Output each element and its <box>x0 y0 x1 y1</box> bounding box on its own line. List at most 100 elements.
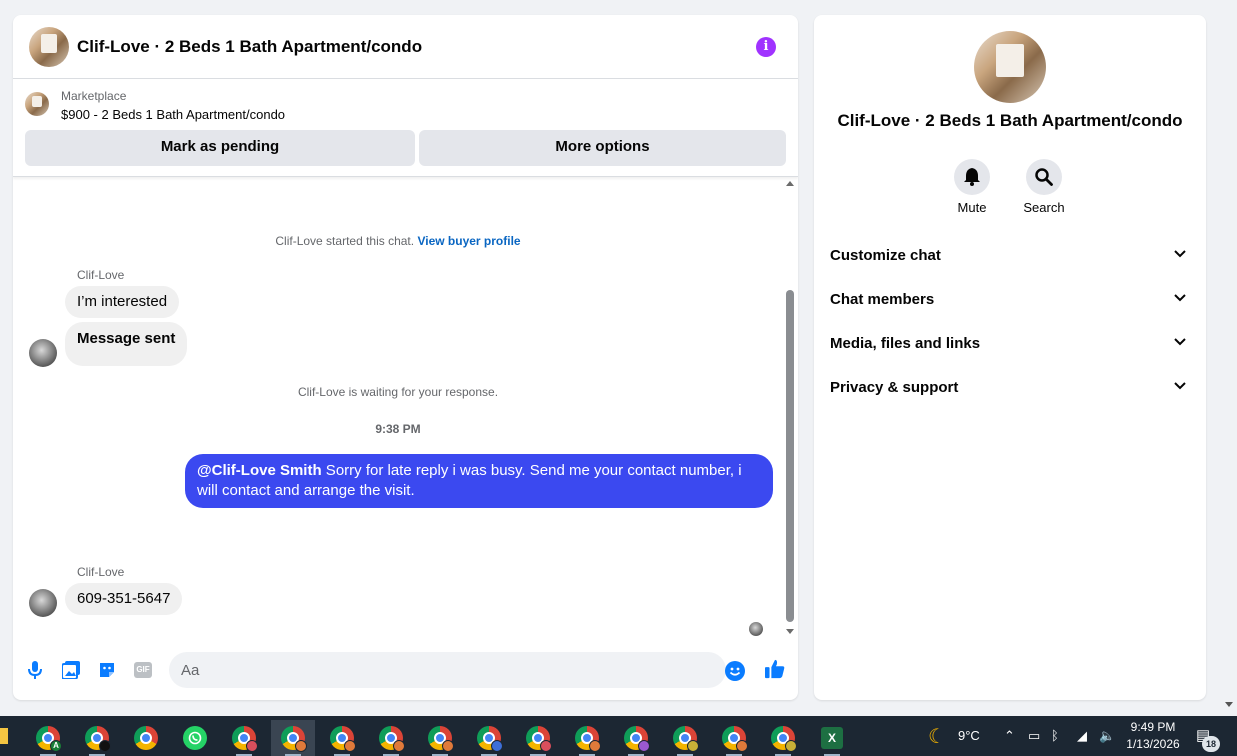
taskbar-chrome-profile-a[interactable]: A <box>26 720 70 756</box>
listing-thumbnail[interactable] <box>25 92 49 116</box>
volume-muted-icon[interactable]: 🔈 <box>1099 728 1115 744</box>
excel-icon: X <box>821 727 843 749</box>
chevron-up-icon[interactable]: ⌃ <box>1004 728 1015 744</box>
profile-badge <box>785 740 797 752</box>
taskbar-chrome-profile[interactable] <box>75 720 119 756</box>
thumbs-up-icon[interactable] <box>765 659 785 679</box>
profile-badge <box>736 740 748 752</box>
bell-icon[interactable] <box>954 159 990 195</box>
message-bubble[interactable]: I’m interested <box>65 286 180 318</box>
mention[interactable]: @Clif-Love Smith <box>197 462 322 479</box>
gif-icon[interactable]: GIF <box>133 660 153 680</box>
taskbar-chrome-profile-active[interactable] <box>271 720 315 756</box>
chevron-down-icon <box>1174 294 1186 302</box>
scroll-up-arrow-icon[interactable] <box>786 181 794 186</box>
message-scrollbar[interactable] <box>783 178 797 643</box>
listing-avatar[interactable] <box>29 27 69 67</box>
profile-badge <box>393 740 405 752</box>
profile-badge <box>687 740 699 752</box>
waiting-notice: Clif-Love is waiting for your response. <box>297 385 499 399</box>
chat-started-text: Clif-Love started this chat. <box>275 234 415 248</box>
search-label: Search <box>1023 200 1065 215</box>
moon-weather-icon[interactable]: ☾ <box>928 724 946 749</box>
profile-badge <box>295 740 307 752</box>
taskbar-chrome-profile[interactable] <box>369 720 413 756</box>
windows-taskbar: A X ☾ 9°C ⌃ ▭ ᛒ ◢ 🔈 9:49 PM 1/13/2026 ▤ … <box>0 716 1237 756</box>
profile-badge <box>442 740 454 752</box>
message-input[interactable] <box>169 652 726 688</box>
outgoing-message-bubble[interactable]: @Clif-Love Smith Sorry for late reply i … <box>185 454 773 508</box>
profile-avatar[interactable] <box>974 31 1046 103</box>
chevron-down-icon <box>1174 250 1186 258</box>
chat-started-notice: Clif-Love started this chat. View buyer … <box>13 234 783 248</box>
profile-badge <box>344 740 356 752</box>
chevron-down-icon <box>1174 338 1186 346</box>
listing-source: Marketplace <box>61 89 127 103</box>
microphone-icon[interactable] <box>25 660 45 680</box>
section-privacy-support[interactable]: Privacy & support <box>830 368 1190 408</box>
sticker-icon[interactable] <box>97 660 117 680</box>
read-receipt-avatar <box>749 622 763 636</box>
taskbar-chrome-profile[interactable] <box>418 720 462 756</box>
chat-details-panel: Clif-Love · 2 Beds 1 Bath Apartment/cond… <box>814 15 1206 700</box>
mute-action[interactable]: Mute <box>942 159 1002 215</box>
taskbar-excel[interactable]: X <box>810 720 854 756</box>
wifi-icon[interactable]: ◢ <box>1077 728 1087 744</box>
taskbar-chrome-profile[interactable] <box>222 720 266 756</box>
profile-badge <box>540 740 552 752</box>
notification-count: 18 <box>1202 736 1220 752</box>
search-action[interactable]: Search <box>1014 159 1074 215</box>
chevron-down-icon <box>1174 382 1186 390</box>
meet-now-icon[interactable]: ▭ <box>1028 728 1040 744</box>
sender-avatar[interactable] <box>29 589 57 617</box>
more-options-button[interactable]: More options <box>419 130 786 166</box>
input-method-icon[interactable]: ᛒ <box>1051 728 1059 743</box>
taskbar-chrome-profile[interactable] <box>761 720 805 756</box>
taskbar-chrome-profile[interactable] <box>467 720 511 756</box>
taskbar-chrome-profile[interactable] <box>614 720 658 756</box>
taskbar-chrome-profile[interactable] <box>516 720 560 756</box>
taskbar-chrome-profile[interactable] <box>712 720 756 756</box>
whatsapp-icon <box>183 726 207 750</box>
sender-avatar[interactable] <box>29 339 57 367</box>
taskbar-chrome-profile[interactable] <box>663 720 707 756</box>
scroll-down-arrow-icon[interactable] <box>1225 702 1233 707</box>
profile-badge <box>589 740 601 752</box>
section-chat-members[interactable]: Chat members <box>830 280 1190 320</box>
message-thread: Clif-Love started this chat. View buyer … <box>13 178 798 643</box>
section-label: Media, files and links <box>830 335 981 352</box>
chat-title[interactable]: Clif-Love · 2 Beds 1 Bath Apartment/cond… <box>77 37 422 57</box>
listing-banner: Marketplace $900 - 2 Beds 1 Bath Apartme… <box>13 80 798 177</box>
search-icon[interactable] <box>1026 159 1062 195</box>
view-buyer-profile-link[interactable]: View buyer profile <box>417 234 520 248</box>
taskbar-chrome[interactable] <box>124 720 168 756</box>
profile-badge <box>99 740 111 752</box>
temperature[interactable]: 9°C <box>958 728 980 743</box>
taskbar-chrome-profile[interactable] <box>320 720 364 756</box>
clock-date[interactable]: 1/13/2026 <box>1122 737 1184 751</box>
section-media-files-links[interactable]: Media, files and links <box>830 324 1190 364</box>
page-scrollbar[interactable] <box>1221 0 1237 716</box>
profile-title: Clif-Love · 2 Beds 1 Bath Apartment/cond… <box>837 111 1183 130</box>
photo-icon[interactable] <box>61 660 81 680</box>
taskbar-whatsapp[interactable] <box>173 720 217 756</box>
profile-badge: A <box>50 740 62 752</box>
section-customize-chat[interactable]: Customize chat <box>830 236 1190 276</box>
mark-as-pending-button[interactable]: Mark as pending <box>25 130 415 166</box>
info-icon[interactable]: i <box>756 37 776 57</box>
chrome-icon <box>134 726 158 750</box>
file-explorer-icon[interactable] <box>0 728 8 744</box>
taskbar-chrome-profile[interactable] <box>565 720 609 756</box>
clock-time[interactable]: 9:49 PM <box>1122 720 1184 734</box>
sender-name: Clif-Love <box>77 565 125 579</box>
profile-badge <box>638 740 650 752</box>
chat-panel: Clif-Love · 2 Beds 1 Bath Apartment/cond… <box>13 15 798 700</box>
scroll-down-arrow-icon[interactable] <box>786 629 794 634</box>
profile-badge <box>246 740 258 752</box>
message-bubble[interactable]: Message sent <box>65 322 188 366</box>
listing-name[interactable]: $900 - 2 Beds 1 Bath Apartment/condo <box>61 107 285 122</box>
emoji-icon[interactable] <box>725 661 745 681</box>
message-bubble[interactable]: 609-351-5647 <box>65 583 183 615</box>
section-label: Privacy & support <box>830 379 959 396</box>
scroll-thumb[interactable] <box>786 290 794 622</box>
